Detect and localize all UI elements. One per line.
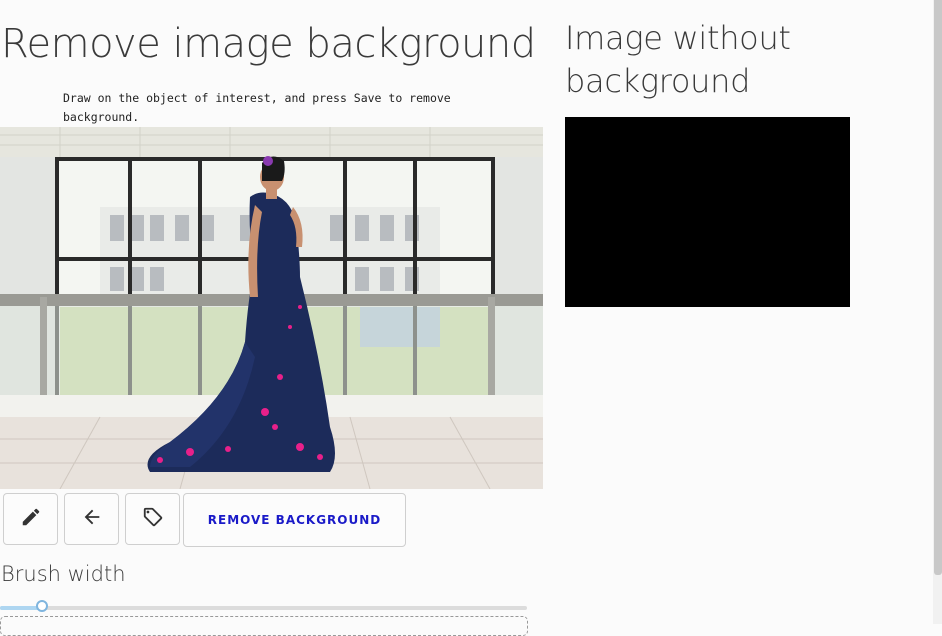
pencil-icon: [20, 506, 42, 532]
result-image: [565, 117, 850, 307]
arrow-left-icon: [81, 506, 103, 532]
page-title: Remove image background: [1, 21, 536, 67]
pencil-button[interactable]: [3, 493, 58, 545]
photo-illustration: [0, 127, 543, 489]
undo-button[interactable]: [64, 493, 119, 545]
page-scrollbar-thumb[interactable]: [934, 0, 942, 575]
brush-width-slider[interactable]: [0, 600, 527, 612]
instructions-text: Draw on the object of interest, and pres…: [63, 91, 451, 124]
upload-dropzone[interactable]: [0, 616, 528, 636]
slider-thumb[interactable]: [36, 600, 48, 612]
label-button[interactable]: [125, 493, 180, 545]
brush-width-label: Brush width: [1, 562, 126, 586]
result-title: Image without background: [565, 19, 791, 100]
tag-icon: [142, 506, 164, 532]
input-image-canvas[interactable]: [0, 127, 543, 489]
remove-background-button[interactable]: REMOVE BACKGROUND: [183, 493, 406, 547]
